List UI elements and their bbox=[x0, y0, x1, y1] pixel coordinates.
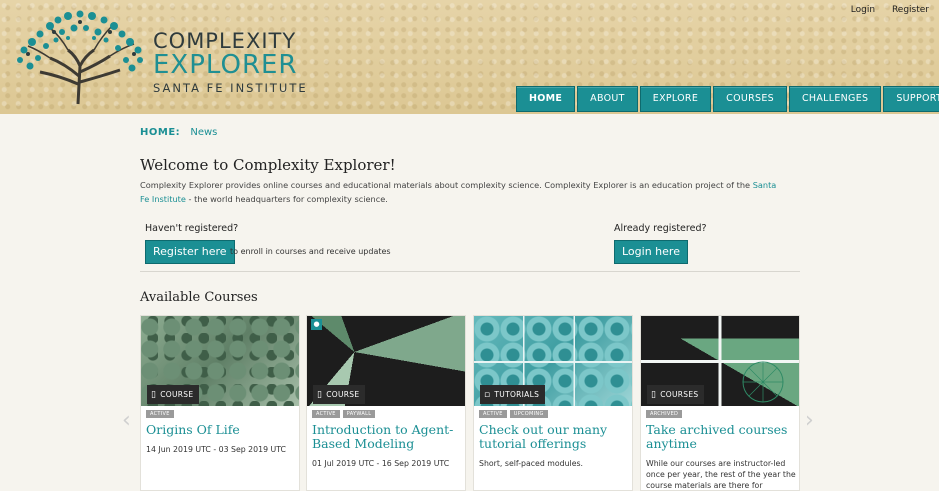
welcome-desc-text: Complexity Explorer provides online cour… bbox=[140, 180, 751, 190]
logo-line-sfi: SANTA FE INSTITUTE bbox=[153, 81, 308, 95]
welcome-description: Complexity Explorer provides online cour… bbox=[140, 178, 780, 206]
book-icon: ▯ bbox=[151, 390, 157, 400]
breadcrumb: HOME: News bbox=[140, 127, 217, 138]
course-description: While our courses are instructor-led onc… bbox=[646, 459, 796, 490]
nav-home[interactable]: HOME bbox=[516, 86, 576, 112]
login-button[interactable]: Login here bbox=[614, 240, 688, 264]
site-header: COMPLEXITY EXPLORER SANTA FE INSTITUTE L… bbox=[0, 0, 939, 114]
carousel-next-icon[interactable]: › bbox=[805, 408, 814, 433]
course-title[interactable]: Origins Of Life bbox=[146, 423, 296, 437]
course-type-tag: ▯ COURSE bbox=[147, 385, 200, 404]
courses-section-title: Available Courses bbox=[140, 290, 258, 305]
auth-links: Login Register bbox=[837, 5, 929, 15]
divider bbox=[140, 271, 800, 272]
nav-about[interactable]: ABOUT bbox=[577, 86, 638, 112]
logo-line-explorer: EXPLORER bbox=[153, 50, 298, 80]
course-image: ▯ COURSE bbox=[141, 316, 299, 406]
status-badge: ACTIVE bbox=[312, 410, 340, 418]
register-link[interactable]: Register bbox=[892, 5, 929, 15]
course-card[interactable]: ▯ COURSE ACTIVE Origins Of Life 14 Jun 20… bbox=[140, 315, 300, 491]
register-note: to enroll in courses and receive updates bbox=[230, 247, 391, 256]
book-icon: ▯ bbox=[317, 390, 323, 400]
course-dates: 14 Jun 2019 UTC - 03 Sep 2019 UTC bbox=[146, 445, 286, 454]
carousel-prev-icon[interactable]: ‹ bbox=[122, 408, 131, 433]
course-type-tag: ▯ COURSE bbox=[313, 385, 366, 404]
status-badge: ACTIVE bbox=[479, 410, 507, 418]
breadcrumb-current[interactable]: News bbox=[190, 127, 217, 138]
course-title[interactable]: Check out our many tutorial offerings bbox=[479, 423, 629, 451]
course-image: ▫ TUTORIALS bbox=[474, 316, 632, 406]
login-link[interactable]: Login bbox=[851, 5, 875, 15]
badge-list: ACTIVE bbox=[146, 410, 174, 418]
badge-list: ACTIVE PAYWALL bbox=[312, 410, 376, 418]
status-badge: ARCHIVED bbox=[646, 410, 683, 418]
register-button[interactable]: Register here bbox=[145, 240, 235, 264]
book-icon: ▯ bbox=[651, 390, 657, 400]
status-badge: ACTIVE bbox=[146, 410, 174, 418]
network-diagram-icon bbox=[742, 361, 784, 403]
login-prompt: Already registered? bbox=[614, 223, 707, 234]
course-image: ▯ COURSES bbox=[641, 316, 799, 406]
nav-challenges[interactable]: CHALLENGES bbox=[788, 86, 882, 112]
course-type-label: COURSE bbox=[160, 390, 194, 399]
course-type-label: COURSE bbox=[326, 390, 360, 399]
upcoming-badge: UPCOMING bbox=[509, 410, 548, 418]
course-type-label: TUTORIALS bbox=[494, 390, 540, 399]
logo-line-complexity: COMPLEXITY bbox=[153, 29, 297, 53]
register-prompt: Haven't registered? bbox=[145, 223, 239, 234]
nav-support[interactable]: SUPPORT bbox=[883, 86, 939, 112]
lock-icon: ● bbox=[311, 319, 322, 330]
course-type-label: COURSES bbox=[660, 390, 699, 399]
laptop-icon: ▫ bbox=[484, 390, 491, 400]
course-type-tag: ▯ COURSES bbox=[647, 385, 705, 404]
badge-list: ACTIVE UPCOMING bbox=[479, 410, 548, 418]
tree-logo-icon[interactable] bbox=[10, 6, 148, 106]
course-card[interactable]: ▯ COURSES ARCHIVED Take archived courses … bbox=[640, 315, 800, 491]
site-logo-text[interactable]: COMPLEXITY EXPLORER SANTA FE INSTITUTE bbox=[153, 30, 308, 95]
badge-list: ARCHIVED bbox=[646, 410, 683, 418]
course-type-tag: ▫ TUTORIALS bbox=[480, 385, 546, 404]
main-nav: HOME ABOUT EXPLORE COURSES CHALLENGES SU… bbox=[516, 86, 939, 112]
nav-courses[interactable]: COURSES bbox=[713, 86, 787, 112]
paywall-badge: PAYWALL bbox=[342, 410, 376, 418]
course-title[interactable]: Take archived courses anytime bbox=[646, 423, 796, 451]
course-title[interactable]: Introduction to Agent-Based Modeling bbox=[312, 423, 462, 451]
page-title: Welcome to Complexity Explorer! bbox=[140, 156, 396, 174]
course-card[interactable]: ▫ TUTORIALS ACTIVE UPCOMING Check out our… bbox=[473, 315, 633, 491]
course-description: Short, self-paced modules. bbox=[479, 459, 584, 468]
welcome-desc-text-2: - the world headquarters for complexity … bbox=[188, 194, 388, 204]
course-card[interactable]: ● ▯ COURSE ACTIVE PAYWALL Introduction to… bbox=[306, 315, 466, 491]
course-dates: 01 Jul 2019 UTC - 16 Sep 2019 UTC bbox=[312, 459, 450, 468]
nav-explore[interactable]: EXPLORE bbox=[639, 86, 712, 112]
course-image: ● ▯ COURSE bbox=[307, 316, 465, 406]
breadcrumb-home[interactable]: HOME: bbox=[140, 127, 180, 138]
